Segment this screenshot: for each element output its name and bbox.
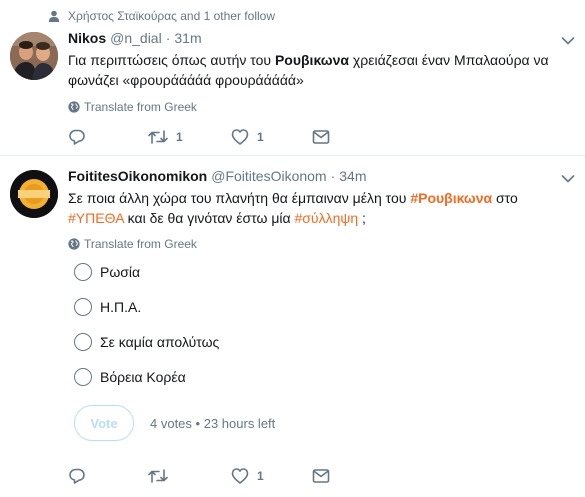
tweet-foititesoikonomikon[interactable]: FoititesOikonomikon @FoititesOikonom · 3… bbox=[0, 156, 585, 497]
retweet-count: 1 bbox=[176, 130, 183, 144]
like-count: 1 bbox=[257, 469, 264, 483]
author-name[interactable]: Nikos bbox=[68, 30, 106, 46]
poll-option-label: Η.Π.Α. bbox=[100, 299, 142, 315]
retweet-button[interactable]: 1 bbox=[148, 128, 183, 146]
social-context: Χρήστος Σταϊκούρας and 1 other follow bbox=[48, 9, 275, 23]
vote-count: 4 votes bbox=[150, 415, 192, 431]
direct-message-button[interactable] bbox=[312, 467, 330, 485]
poll-option[interactable]: Ρωσία bbox=[74, 263, 140, 281]
tweet-nikos[interactable]: Χρήστος Σταϊκούρας and 1 other follow Ni… bbox=[0, 0, 585, 156]
reply-icon bbox=[69, 468, 85, 484]
separator-dot: · bbox=[330, 168, 336, 184]
hashtag-link[interactable]: #σύλληψη bbox=[295, 210, 359, 226]
reply-button[interactable] bbox=[68, 467, 94, 485]
timestamp[interactable]: 34m bbox=[339, 168, 366, 184]
author-handle[interactable]: @n_dial bbox=[110, 30, 162, 46]
retweet-icon bbox=[148, 469, 168, 483]
poll-meta: 4 votes • 23 hours left bbox=[150, 416, 275, 431]
retweet-button[interactable] bbox=[148, 467, 176, 485]
text-segment: φωνάζει «φρουράάάάά φρουράάάάά» bbox=[68, 72, 304, 88]
avatar[interactable] bbox=[10, 170, 58, 218]
reply-icon bbox=[69, 129, 85, 145]
hashtag-link[interactable]: #Ρουβικωνα bbox=[410, 190, 492, 206]
text-segment: ; bbox=[358, 210, 366, 226]
separator-dot: · bbox=[165, 30, 171, 46]
person-icon bbox=[48, 10, 60, 22]
vote-button[interactable]: Vote bbox=[74, 405, 134, 441]
timestamp[interactable]: 31m bbox=[174, 30, 201, 46]
globe-icon bbox=[68, 238, 80, 250]
tweet-header: FoititesOikonomikon @FoititesOikonom · 3… bbox=[68, 168, 367, 184]
avatar[interactable] bbox=[10, 32, 58, 80]
translate-label[interactable]: Translate from Greek bbox=[84, 237, 197, 251]
direct-message-button[interactable] bbox=[312, 128, 330, 146]
retweet-icon bbox=[148, 130, 168, 144]
chevron-down-icon[interactable] bbox=[561, 174, 575, 184]
message-icon bbox=[312, 469, 330, 483]
poll-option-label: Ρωσία bbox=[100, 264, 141, 280]
tweet-text: Για περιπτώσεις όπως αυτήν του Ρουβικωνα… bbox=[68, 50, 573, 90]
heart-icon bbox=[231, 468, 249, 484]
chevron-down-icon[interactable] bbox=[561, 36, 575, 46]
text-segment: Σε ποια άλλη χώρα του πλανήτη θα έμπαινα… bbox=[68, 190, 411, 206]
radio-button[interactable] bbox=[74, 368, 92, 386]
text-segment: και δε θα γινόταν έστω μία bbox=[123, 210, 295, 226]
reply-button[interactable] bbox=[68, 128, 94, 146]
text-segment: χρειάζεσαι έναν Μπαλαούρα να bbox=[349, 52, 549, 68]
poll-option[interactable]: Σε καμία απολύτως bbox=[74, 333, 219, 351]
poll-option[interactable]: Η.Π.Α. bbox=[74, 298, 141, 316]
globe-icon bbox=[68, 101, 80, 113]
avatar-logo bbox=[10, 170, 58, 218]
like-count: 1 bbox=[257, 130, 264, 144]
hashtag-link[interactable]: #ΥΠΕΘΑ bbox=[68, 210, 124, 226]
time-left: 23 hours left bbox=[203, 415, 276, 431]
heart-icon bbox=[231, 129, 249, 145]
translate-link[interactable]: Translate from Greek bbox=[68, 237, 197, 251]
social-context-text[interactable]: Χρήστος Σταϊκούρας and 1 other follow bbox=[68, 9, 275, 23]
like-button[interactable]: 1 bbox=[231, 467, 264, 485]
radio-button[interactable] bbox=[74, 333, 92, 351]
bold-mention: Ρουβικωνα bbox=[274, 52, 350, 68]
author-name[interactable]: FoititesOikonomikon bbox=[68, 168, 207, 184]
text-segment: Για περιπτώσεις όπως αυτήν του bbox=[68, 52, 275, 68]
translate-label[interactable]: Translate from Greek bbox=[84, 100, 197, 114]
author-handle[interactable]: @FoititesOikonom bbox=[211, 168, 326, 184]
translate-link[interactable]: Translate from Greek bbox=[68, 100, 197, 114]
message-icon bbox=[312, 130, 330, 144]
tweet-text: Σε ποια άλλη χώρα του πλανήτη θα έμπαινα… bbox=[68, 188, 573, 228]
poll-option-label: Βόρεια Κορέα bbox=[100, 369, 186, 385]
separator-dot: • bbox=[195, 415, 201, 431]
text-segment: στο bbox=[492, 190, 518, 206]
radio-button[interactable] bbox=[74, 298, 92, 316]
poll-option[interactable]: Βόρεια Κορέα bbox=[74, 368, 186, 386]
poll-option-label: Σε καμία απολύτως bbox=[100, 334, 220, 350]
poll-footer: Vote 4 votes • 23 hours left bbox=[74, 405, 275, 441]
tweet-actions: 1 1 bbox=[68, 128, 488, 148]
like-button[interactable]: 1 bbox=[231, 128, 264, 146]
radio-button[interactable] bbox=[74, 263, 92, 281]
tweet-header: Nikos @n_dial · 31m bbox=[68, 30, 202, 46]
avatar-photo bbox=[10, 32, 58, 80]
tweet-actions: 1 bbox=[68, 467, 488, 487]
